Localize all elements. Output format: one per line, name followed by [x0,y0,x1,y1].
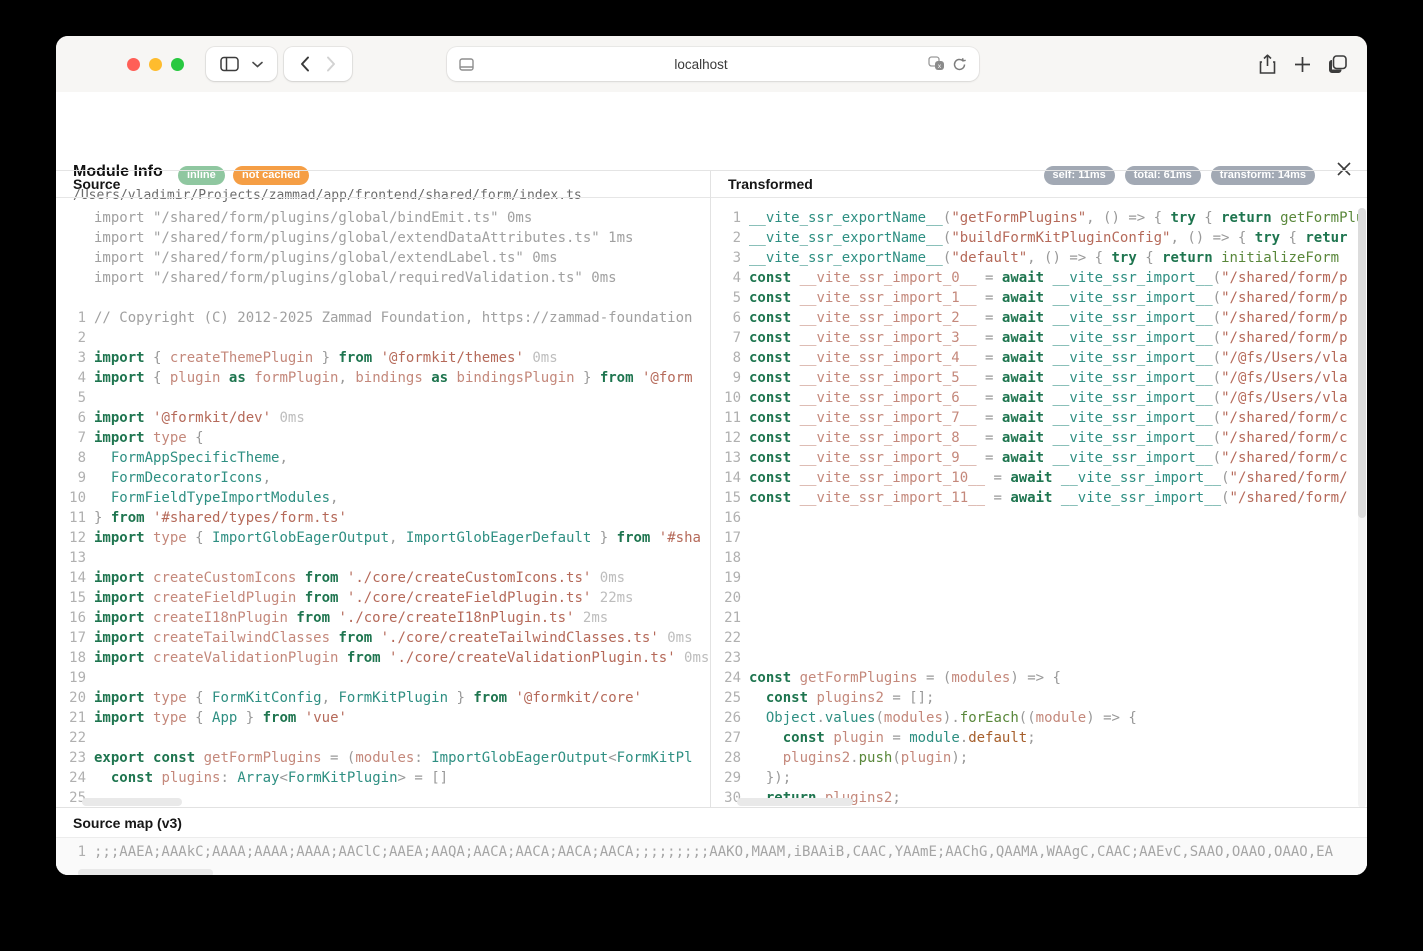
sourcemap-mappings: ;;;AAEA;AAAkC;AAAA;AAAA;AAAA;AAClC;AAEA;… [94,842,1333,862]
code-line: 18 [711,548,1367,568]
code-line: 25 const plugins2 = []; [711,688,1367,708]
code-line: 7import type { [56,428,710,448]
transformed-code-lines: 1__vite_ssr_exportName__("getFormPlugins… [711,208,1367,808]
code-line: 3import { createThemePlugin } from '@for… [56,348,710,368]
code-line: 14import createCustomIcons from './core/… [56,568,710,588]
sourcemap-body[interactable]: 1 ;;;AAEA;AAAkC;AAAA;AAAA;AAAA;AAClC;AAE… [56,837,1367,875]
code-line: 20 [711,588,1367,608]
code-line: 23export const getFormPlugins = (modules… [56,748,710,768]
code-line: 16 [711,508,1367,528]
code-line: 15const __vite_ssr_import_11__ = await _… [711,488,1367,508]
code-line: 17 [711,528,1367,548]
source-panel: Source import "/shared/form/plugins/glob… [56,171,711,808]
sidebar-toggle-button[interactable] [206,47,277,81]
transformed-vscrollbar-thumb[interactable] [1358,208,1366,518]
sidebar-icon [220,56,239,72]
code-line: 19 [711,568,1367,588]
code-line: 7const __vite_ssr_import_3__ = await __v… [711,328,1367,348]
code-line: import "/shared/form/plugins/global/bind… [56,208,710,228]
code-line: 22 [711,628,1367,648]
page-settings-icon[interactable] [459,58,474,71]
code-line: 11} from '#shared/types/form.ts' [56,508,710,528]
transformed-code[interactable]: 1__vite_ssr_exportName__("getFormPlugins… [711,198,1367,808]
code-line: 21import type { App } from 'vue' [56,708,710,728]
code-line: 10const __vite_ssr_import_6__ = await __… [711,388,1367,408]
code-line: import "/shared/form/plugins/global/requ… [56,268,710,288]
code-panels: Source import "/shared/form/plugins/glob… [56,170,1367,808]
code-line: 9 FormDecoratorIcons, [56,468,710,488]
transformed-panel-title: Transformed [711,171,1367,198]
address-bar[interactable]: localhost x [447,47,979,81]
chevron-down-icon [252,61,263,68]
traffic-light-zoom[interactable] [171,58,184,71]
tab-overview-icon[interactable] [1328,55,1347,73]
transformed-hscrollbar-thumb[interactable] [737,798,853,806]
code-line: 19 [56,668,710,688]
code-line [56,288,710,308]
code-line: 10 FormFieldTypeImportModules, [56,488,710,508]
code-line: 12const __vite_ssr_import_8__ = await __… [711,428,1367,448]
code-line: 28 plugins2.push(plugin); [711,748,1367,768]
code-line: 6const __vite_ssr_import_2__ = await __v… [711,308,1367,328]
nav-button-group [284,47,352,81]
code-line: import "/shared/form/plugins/global/exte… [56,248,710,268]
code-line: 14const __vite_ssr_import_10__ = await _… [711,468,1367,488]
source-code-lines: import "/shared/form/plugins/global/bind… [56,208,710,808]
code-line: 4const __vite_ssr_import_0__ = await __v… [711,268,1367,288]
sourcemap-line: 1 ;;;AAEA;AAAkC;AAAA;AAAA;AAAA;AAClC;AAE… [56,842,1367,862]
code-line: 29 }); [711,768,1367,788]
code-line: 23 [711,648,1367,668]
code-line: 26 Object.values(modules).forEach((modul… [711,708,1367,728]
code-line: 13const __vite_ssr_import_9__ = await __… [711,448,1367,468]
code-line: 21 [711,608,1367,628]
transformed-vscrollbar[interactable] [1358,208,1366,808]
source-panel-title: Source [56,171,710,198]
code-line: 18import createValidationPlugin from './… [56,648,710,668]
code-line: 22 [56,728,710,748]
code-line: 11const __vite_ssr_import_7__ = await __… [711,408,1367,428]
back-button[interactable] [300,56,310,72]
source-hscrollbar-thumb[interactable] [82,798,182,806]
code-line: 17import createTailwindClasses from './c… [56,628,710,648]
code-line: 8const __vite_ssr_import_4__ = await __v… [711,348,1367,368]
url-text[interactable]: localhost [474,57,928,72]
code-line: 6import '@formkit/dev' 0ms [56,408,710,428]
module-info-header: Module Info inline not cached self: 11ms… [56,92,1367,170]
code-line: 20import type { FormKitConfig, FormKitPl… [56,688,710,708]
code-line: 12import type { ImportGlobEagerOutput, I… [56,528,710,548]
code-line: 5 [56,388,710,408]
source-code[interactable]: import "/shared/form/plugins/global/bind… [56,198,710,808]
code-line: 4import { plugin as formPlugin, bindings… [56,368,710,388]
reload-icon[interactable] [952,57,967,72]
new-tab-icon[interactable] [1294,56,1311,73]
translate-icon[interactable]: x [928,56,946,72]
code-line: 13 [56,548,710,568]
code-line: 24const getFormPlugins = (modules) => { [711,668,1367,688]
code-line: 9const __vite_ssr_import_5__ = await __v… [711,368,1367,388]
code-line: 2__vite_ssr_exportName__("buildFormKitPl… [711,228,1367,248]
code-line: 8 FormAppSpecificTheme, [56,448,710,468]
traffic-light-close[interactable] [127,58,140,71]
code-line: 3__vite_ssr_exportName__("default", () =… [711,248,1367,268]
share-icon[interactable] [1259,54,1276,75]
code-line: 2 [56,328,710,348]
sourcemap-hscrollbar-thumb[interactable] [78,869,213,875]
code-line: 15import createFieldPlugin from './core/… [56,588,710,608]
sourcemap-section: Source map (v3) 1 ;;;AAEA;AAAkC;AAAA;AAA… [56,807,1367,875]
code-line: 5const __vite_ssr_import_1__ = await __v… [711,288,1367,308]
sourcemap-title: Source map (v3) [73,815,182,831]
browser-toolbar: localhost x [56,36,1367,92]
traffic-light-minimize[interactable] [149,58,162,71]
code-line: 16import createI18nPlugin from './core/c… [56,608,710,628]
code-line: 27 const plugin = module.default; [711,728,1367,748]
browser-window: localhost x Module Info inline not cache… [56,36,1367,875]
code-line: import "/shared/form/plugins/global/exte… [56,228,710,248]
code-line: 1// Copyright (C) 2012-2025 Zammad Found… [56,308,710,328]
transformed-panel: Transformed 1__vite_ssr_exportName__("ge… [711,171,1367,808]
sourcemap-line-number: 1 [56,842,86,862]
forward-button[interactable] [326,56,336,72]
code-line: 24 const plugins: Array<FormKitPlugin> =… [56,768,710,788]
code-line: 1__vite_ssr_exportName__("getFormPlugins… [711,208,1367,228]
